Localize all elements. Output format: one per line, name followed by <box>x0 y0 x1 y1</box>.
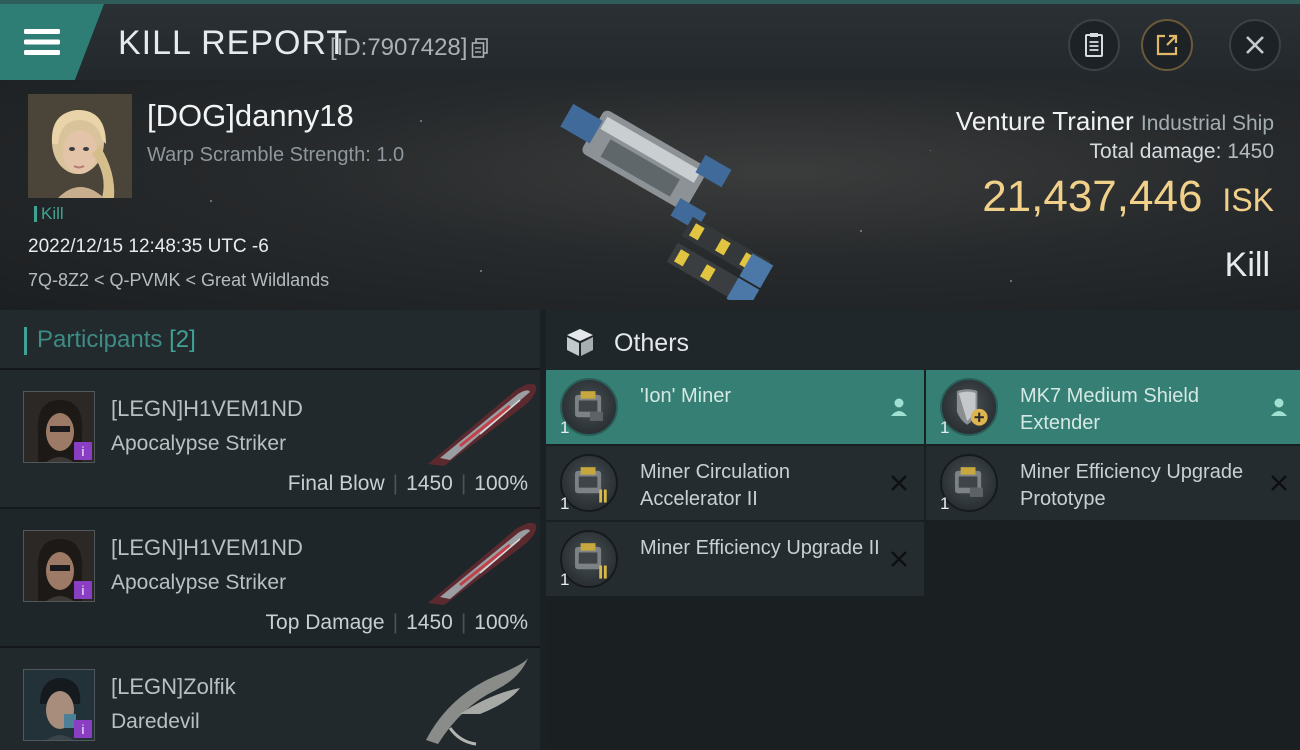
copy-icon[interactable] <box>471 38 489 58</box>
dropped-person-icon <box>1271 398 1287 416</box>
participant-damage: 1450 <box>406 472 453 495</box>
top-bar: KILL REPORT [ID:7907428] <box>0 0 1300 80</box>
participant-percent: 100% <box>474 611 528 634</box>
participant-name[interactable]: [LEGN]H1VEM1ND <box>111 396 303 422</box>
participant-role: Top Damage <box>265 611 385 634</box>
total-damage: Total damage: 1450 <box>1090 140 1274 164</box>
destroyed-x-icon <box>1271 475 1287 491</box>
participant-row[interactable]: i [LEGN]Zolfik Daredevil <box>0 646 540 750</box>
item-name: Miner Circulation Accelerator II <box>640 461 791 510</box>
participants-header: Participants [2] <box>0 310 540 368</box>
item-name: MK7 Medium Shield Extender <box>1020 385 1199 434</box>
isk-value: 21,437,446 ISK <box>982 172 1274 222</box>
share-icon <box>1156 34 1178 56</box>
corp-badge-icon: i <box>74 442 92 460</box>
others-title: Others <box>614 329 690 357</box>
item-name: 'Ion' Miner <box>640 385 732 407</box>
victim-ship[interactable]: Venture Trainer Industrial Ship <box>956 106 1274 137</box>
victim-ship-name: Venture Trainer <box>955 106 1134 136</box>
kill-result: Kill <box>1224 246 1270 284</box>
participant-role: Final Blow <box>287 472 385 495</box>
participant-stats: Final Blow | 1450 | 100% <box>287 472 528 495</box>
total-damage-value: 1450 <box>1227 140 1274 163</box>
participant-ship: Apocalypse Striker <box>111 571 287 594</box>
item-name: Miner Efficiency Upgrade Prototype <box>1020 461 1244 510</box>
kill-datetime: 2022/12/15 12:48:35 UTC -6 <box>28 236 269 257</box>
warp-scramble-strength: Warp Scramble Strength: 1.0 <box>147 144 405 166</box>
corp-badge-icon: i <box>74 720 92 738</box>
menu-button[interactable] <box>0 4 104 80</box>
participant-portrait[interactable]: i <box>23 669 95 741</box>
item-miner-efficiency-upgrade[interactable]: 1 Miner Efficiency Upgrade II <box>546 522 924 596</box>
dropped-person-icon <box>891 398 907 416</box>
participant-portrait[interactable]: i <box>23 391 95 463</box>
clipboard-icon <box>1085 33 1103 57</box>
item-name: Miner Efficiency Upgrade II <box>640 537 880 559</box>
clipboard-button[interactable] <box>1068 19 1120 71</box>
close-icon <box>1246 36 1264 54</box>
victim-name[interactable]: [DOG]danny18 <box>147 98 354 134</box>
others-header: Others <box>546 310 1300 370</box>
item-miner-efficiency-prototype[interactable]: 1 Miner Efficiency Upgrade Prototype <box>926 446 1300 520</box>
participant-percent: 100% <box>474 472 528 495</box>
participant-ship-image[interactable] <box>420 515 540 607</box>
participant-name[interactable]: [LEGN]Zolfik <box>111 674 236 700</box>
item-quantity: 1 <box>560 418 570 437</box>
participant-ship-image[interactable] <box>420 376 540 468</box>
item-miner-circulation-accelerator[interactable]: 1 Miner Circulation Accelerator II <box>546 446 924 520</box>
item-mk7-shield-extender[interactable]: 1 MK7 Medium Shield Extender <box>926 370 1300 444</box>
kill-tag: Kill <box>34 205 64 222</box>
participant-ship-image[interactable] <box>420 654 540 746</box>
participant-damage: 1450 <box>406 611 453 634</box>
close-button[interactable] <box>1229 19 1281 71</box>
page-title: KILL REPORT <box>118 24 349 62</box>
cube-icon <box>567 329 593 356</box>
participants-title: Participants <box>37 326 163 353</box>
character-portrait-icon <box>28 94 132 198</box>
item-quantity: 1 <box>560 494 570 513</box>
participant-ship: Apocalypse Striker <box>111 432 287 455</box>
report-id: [ID:7907428] <box>330 34 489 62</box>
share-button[interactable] <box>1141 19 1193 71</box>
victim-ship-class: Industrial Ship <box>1140 112 1274 135</box>
participant-name[interactable]: [LEGN]H1VEM1ND <box>111 535 303 561</box>
participants-count: [2] <box>169 326 196 353</box>
participant-ship: Daredevil <box>111 710 200 733</box>
participants-panel: Participants [2] i [LEGN]H1VEM1ND Apocal… <box>0 310 540 750</box>
item-ion-miner[interactable]: 1 'Ion' Miner <box>546 370 924 444</box>
victim-ship-image[interactable] <box>530 90 800 300</box>
kill-location[interactable]: 7Q-8Z2 < Q-PVMK < Great Wildlands <box>28 270 329 291</box>
item-quantity: 1 <box>940 418 950 437</box>
item-quantity: 1 <box>560 570 570 589</box>
menu-icon <box>24 29 60 55</box>
total-damage-label: Total damage: <box>1089 140 1222 163</box>
corp-badge-icon: i <box>74 581 92 599</box>
participant-stats: Top Damage | 1450 | 100% <box>265 611 528 634</box>
item-quantity: 1 <box>940 494 950 513</box>
destroyed-x-icon <box>891 551 907 567</box>
victim-portrait[interactable] <box>28 94 132 198</box>
victim-header: [DOG]danny18 Warp Scramble Strength: 1.0… <box>0 80 1300 310</box>
report-id-text: [ID:7907428] <box>330 34 468 61</box>
participant-portrait[interactable]: i <box>23 530 95 602</box>
isk-unit: ISK <box>1222 182 1274 218</box>
participant-row[interactable]: i [LEGN]H1VEM1ND Apocalypse Striker Fina… <box>0 368 540 507</box>
others-panel: Others 1 'Ion' Miner 1 MK7 Medium Shield… <box>546 310 1300 750</box>
destroyed-x-icon <box>891 475 907 491</box>
participant-row[interactable]: i [LEGN]H1VEM1ND Apocalypse Striker Top … <box>0 507 540 646</box>
isk-amount: 21,437,446 <box>982 172 1203 221</box>
